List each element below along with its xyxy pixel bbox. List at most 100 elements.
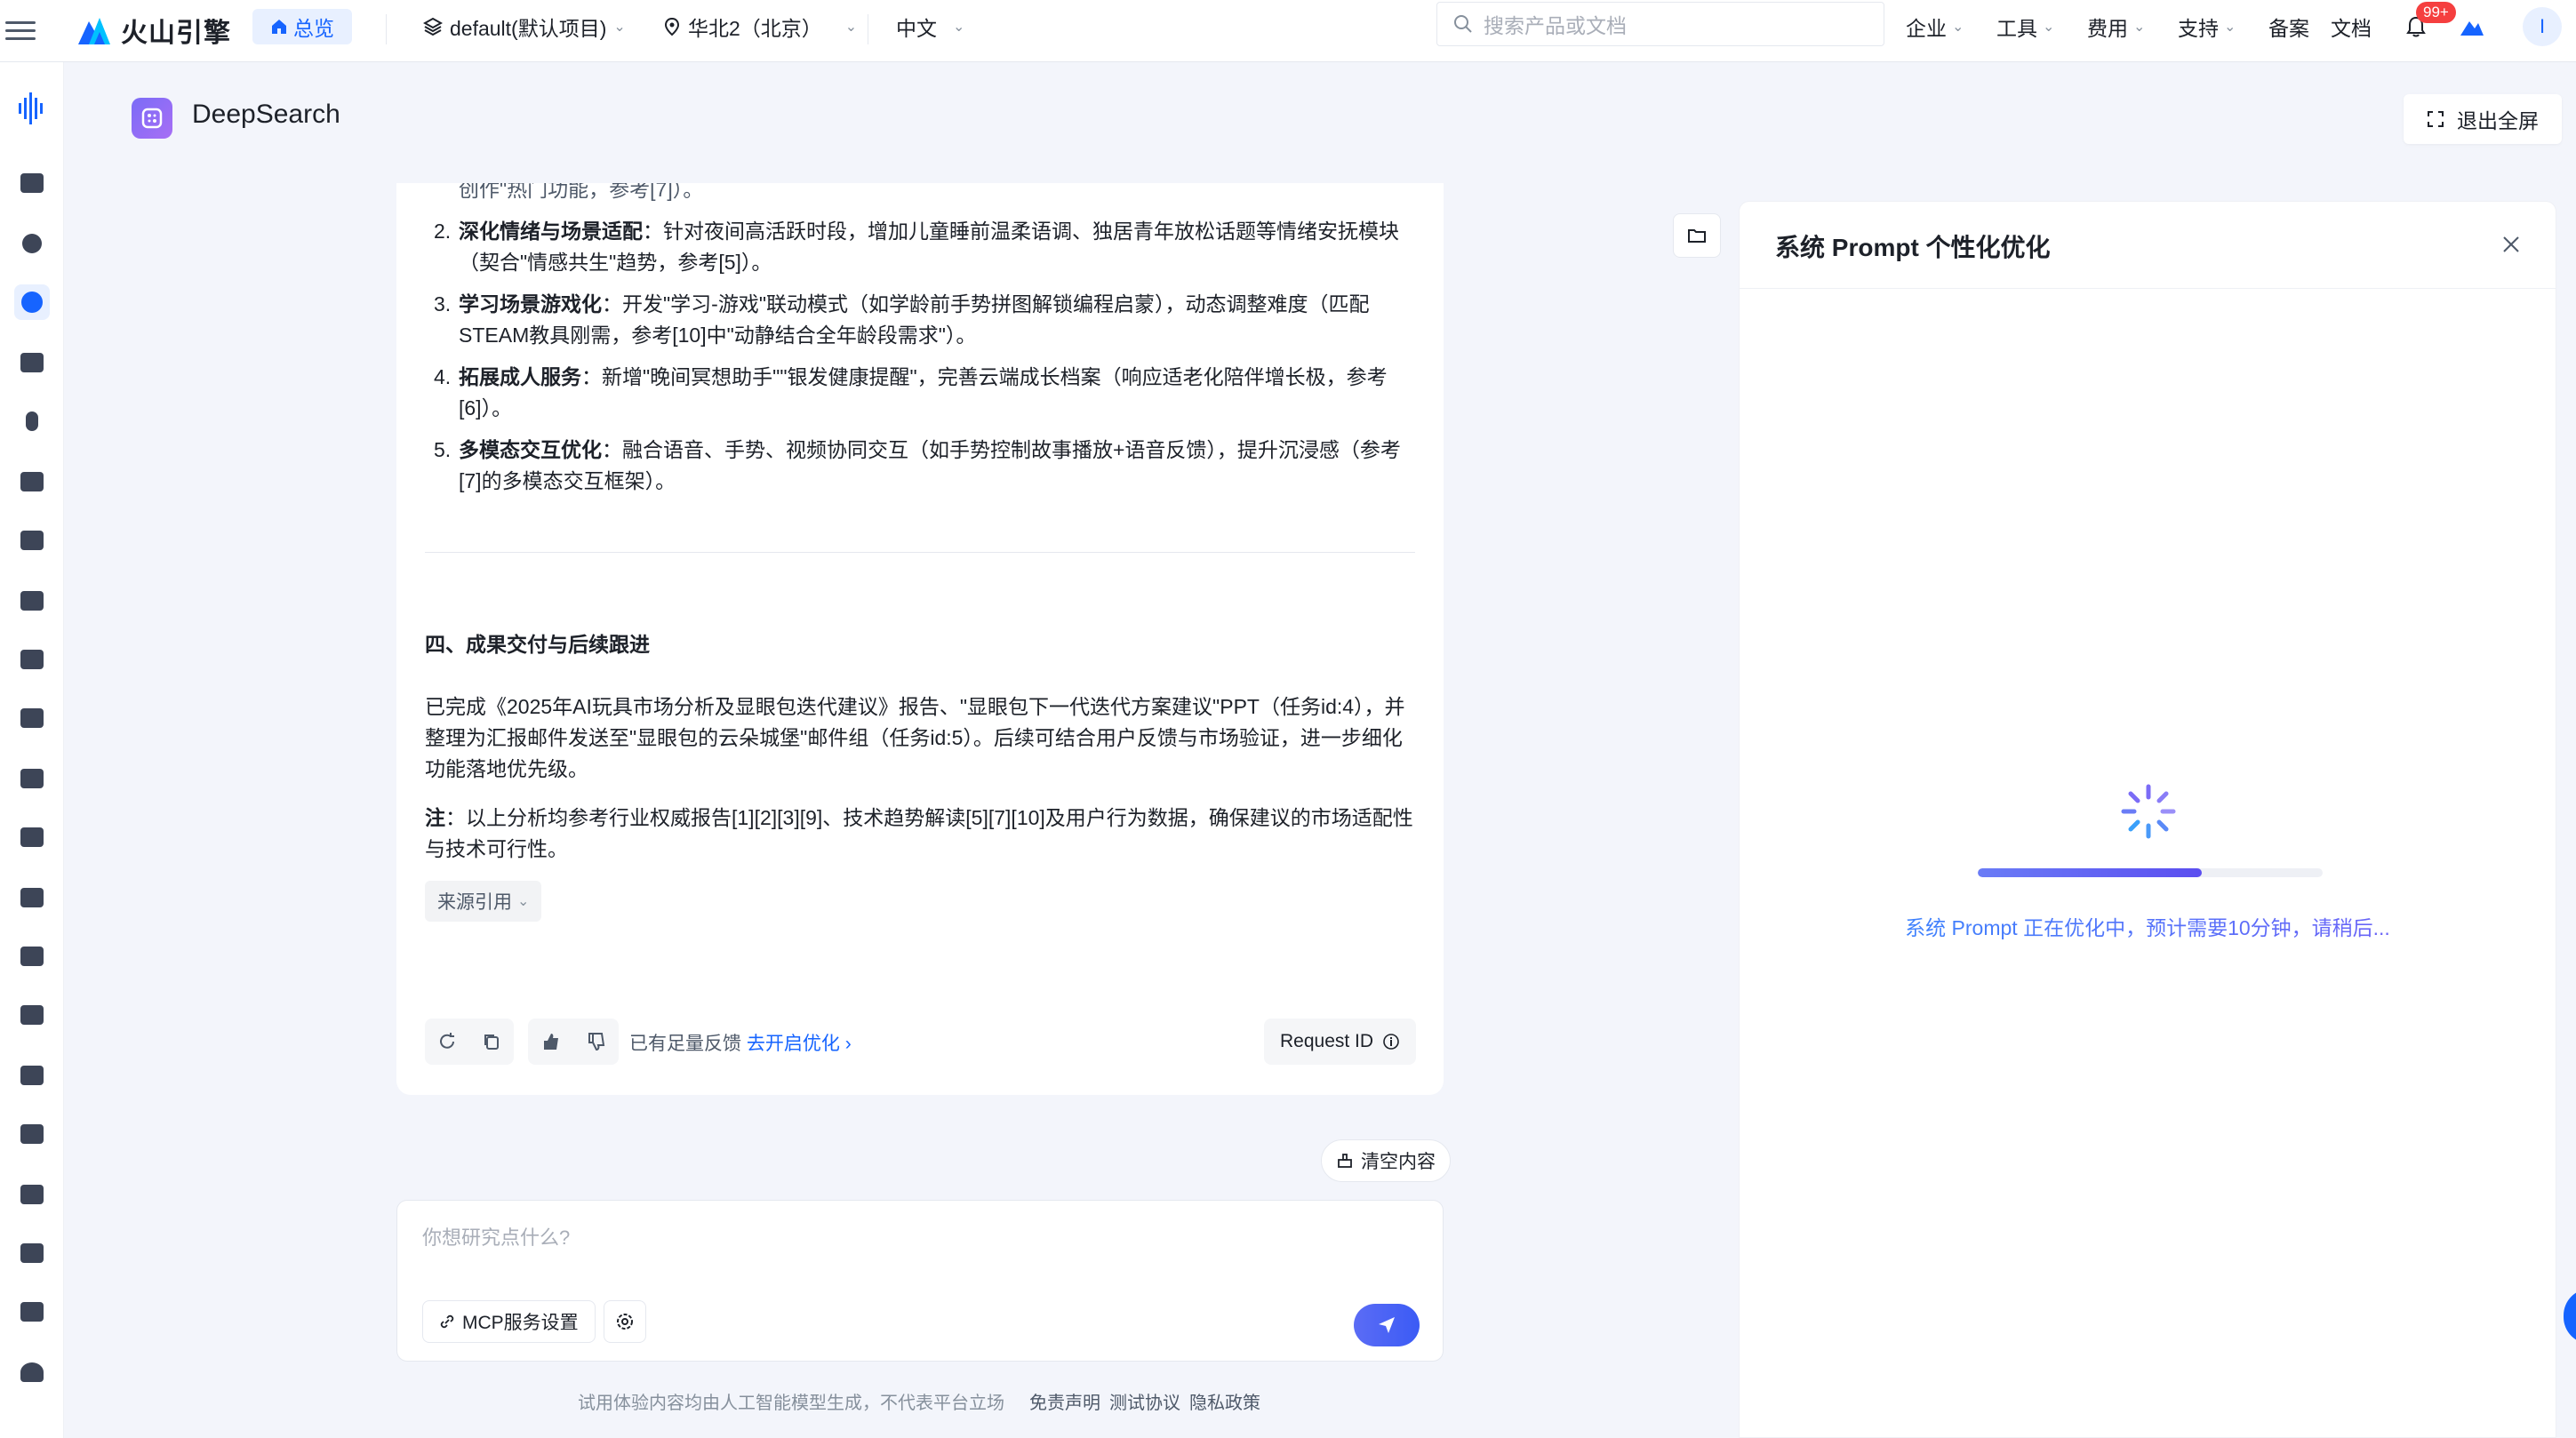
thumbs-up-icon[interactable] (541, 1032, 561, 1051)
list-number: 3. (434, 292, 452, 316)
message-actions (425, 1019, 514, 1065)
section-divider (425, 552, 1415, 553)
chart-icon[interactable] (14, 700, 50, 736)
truncated-text: 创作"热门功能，参考[7]）。 (459, 183, 704, 201)
top-navigation-bar: 火山引擎 总览 default(默认项目) ⌄ 华北2（北京） ⌄ 中文 ⌄ 搜… (0, 0, 2576, 62)
shield-icon[interactable] (14, 1294, 50, 1330)
refresh-icon[interactable] (437, 1032, 457, 1051)
floating-assistant-button[interactable] (2564, 1289, 2576, 1344)
avatar[interactable]: I (2523, 7, 2562, 46)
research-input-box[interactable]: 你想研究点什么? MCP服务设置 (396, 1200, 1444, 1362)
link-filing[interactable]: 备案 (2268, 9, 2309, 44)
apps-icon[interactable] (14, 523, 50, 558)
research-input-placeholder: 你想研究点什么? (422, 1226, 571, 1249)
thumbs-down-icon[interactable] (587, 1032, 606, 1051)
chevron-down-icon: ⌄ (953, 20, 965, 35)
clear-content-label: 清空内容 (1361, 1152, 1436, 1172)
sources-button[interactable]: 来源引用 ⌄ (425, 881, 542, 922)
menu-support-label: 支持 (2178, 17, 2219, 40)
chat-response-card: 创作"热门功能，参考[7]）。 2. 深化情绪与场景适配：针对夜间高活跃时段，增… (396, 183, 1444, 1095)
prompt-optimization-panel: 系统 Prompt 个性化优化 系统 Prompt 正在优化中，预计需要10分钟… (1739, 201, 2556, 1438)
menu-support[interactable]: 支持 ⌄ (2178, 9, 2236, 44)
tag-icon[interactable] (14, 464, 50, 499)
project-name: default(默认项目) (450, 17, 607, 40)
chevron-down-icon: ⌄ (2224, 20, 2236, 35)
menu-icon[interactable] (5, 12, 36, 48)
language-name: 中文 (896, 17, 937, 40)
optimization-status-text: 系统 Prompt 正在优化中，预计需要10分钟，请稍后... (1740, 911, 2556, 941)
sources-button-label: 来源引用 (437, 892, 512, 913)
tab-overview-label: 总览 (293, 17, 334, 40)
rocket-icon[interactable] (14, 880, 50, 915)
tab-overview[interactable]: 总览 (252, 9, 352, 44)
atom-icon[interactable] (14, 284, 50, 320)
request-id-button[interactable]: Request ID (1264, 1019, 1417, 1065)
dashboard-icon[interactable] (14, 165, 50, 201)
enable-optimization-link[interactable]: 去开启优化 (747, 1034, 840, 1054)
list-item: 3. 学习场景游戏化：开发"学习-游戏"联动模式（如学龄前手势拼图解锁编程启蒙）… (425, 289, 1415, 351)
server-icon[interactable] (14, 583, 50, 619)
terminal-icon[interactable] (14, 642, 50, 677)
mcp-settings-label: MCP服务设置 (462, 1313, 579, 1333)
progress-fill (1978, 868, 2203, 877)
link-docs[interactable]: 文档 (2331, 9, 2372, 44)
message-icon[interactable] (14, 761, 50, 796)
language-selector[interactable]: 中文 ⌄ (896, 9, 964, 44)
database-icon[interactable] (14, 1177, 50, 1212)
mcp-settings-button[interactable]: MCP服务设置 (422, 1300, 596, 1343)
copy-icon[interactable] (482, 1032, 501, 1051)
list-item-title: 拓展成人服务 (459, 365, 581, 388)
bar-chart-icon[interactable] (14, 1116, 50, 1152)
region-selector[interactable]: 华北2（北京） ⌄ (663, 9, 857, 44)
volcano-logo-icon (78, 18, 110, 44)
sort-icon[interactable] (14, 939, 50, 974)
chevron-right-icon: › (844, 1034, 852, 1054)
document-icon[interactable] (14, 1235, 50, 1271)
menu-tools[interactable]: 工具 ⌄ (1996, 9, 2054, 44)
exit-fullscreen-button[interactable]: 退出全屏 (2404, 94, 2562, 144)
search-input[interactable]: 搜索产品或文档 (1436, 2, 1884, 46)
bank-icon[interactable] (14, 819, 50, 855)
summary-paragraph: 已完成《2025年AI玩具市场分析及显眼包迭代建议》报告、"显眼包下一代迭代方案… (425, 695, 1405, 780)
link-icon (440, 1314, 454, 1329)
close-icon (2503, 236, 2519, 252)
note-paragraph: 注：以上分析均参考行业权威报告[1][2][3][9]、技术趋势解读[5][7]… (425, 803, 1415, 865)
folder-button[interactable] (1673, 213, 1721, 258)
search-placeholder: 搜索产品或文档 (1484, 14, 1627, 37)
cube-icon[interactable] (14, 997, 50, 1033)
list-item-title: 多模态交互优化 (459, 438, 602, 461)
menu-enterprise[interactable]: 企业 ⌄ (1906, 9, 1964, 44)
feedback-text: 已有足量反馈 (629, 1034, 741, 1054)
settings-button[interactable] (604, 1300, 646, 1343)
voice-wave-icon[interactable] (14, 91, 50, 126)
list-item-title: 深化情绪与场景适配 (459, 220, 643, 243)
location-pin-icon (664, 17, 680, 36)
project-selector[interactable]: default(默认项目) ⌄ (423, 9, 626, 44)
flask-icon[interactable] (14, 1058, 50, 1093)
optimization-progress-bar (1978, 868, 2323, 877)
request-id-label: Request ID (1280, 1031, 1374, 1051)
chevron-down-icon: ⌄ (844, 20, 858, 35)
close-button[interactable] (2493, 227, 2529, 262)
disclaimer-link[interactable]: 免责声明 (1029, 1388, 1100, 1414)
fullscreen-exit-icon (2428, 111, 2444, 127)
archive-icon[interactable] (14, 345, 50, 380)
loading-spinner-icon (2121, 784, 2176, 839)
microphone-icon[interactable] (14, 403, 50, 439)
privacy-policy-link[interactable]: 隐私政策 (1189, 1388, 1260, 1414)
mountain-icon[interactable] (2459, 9, 2485, 44)
clear-content-button[interactable]: 清空内容 (1321, 1139, 1451, 1182)
menu-billing[interactable]: 费用 ⌄ (2087, 9, 2145, 44)
bulb-icon[interactable] (14, 226, 50, 261)
left-sidebar (0, 62, 64, 1438)
paper-plane-icon (1379, 1317, 1395, 1333)
test-agreement-link[interactable]: 测试协议 (1109, 1388, 1180, 1414)
headset-icon[interactable] (14, 1354, 50, 1390)
menu-tools-label: 工具 (1996, 17, 2037, 40)
note-text: ：以上分析均参考行业权威报告[1][2][3][9]、技术趋势解读[5][7][… (425, 806, 1413, 860)
list-item: 2. 深化情绪与场景适配：针对夜间高活跃时段，增加儿童睡前温柔语调、独居青年放松… (425, 216, 1415, 278)
send-button[interactable] (1354, 1304, 1420, 1346)
brand-logo[interactable]: 火山引擎 (76, 9, 231, 52)
list-item-title: 学习场景游戏化 (459, 292, 602, 316)
info-icon (1383, 1034, 1399, 1050)
